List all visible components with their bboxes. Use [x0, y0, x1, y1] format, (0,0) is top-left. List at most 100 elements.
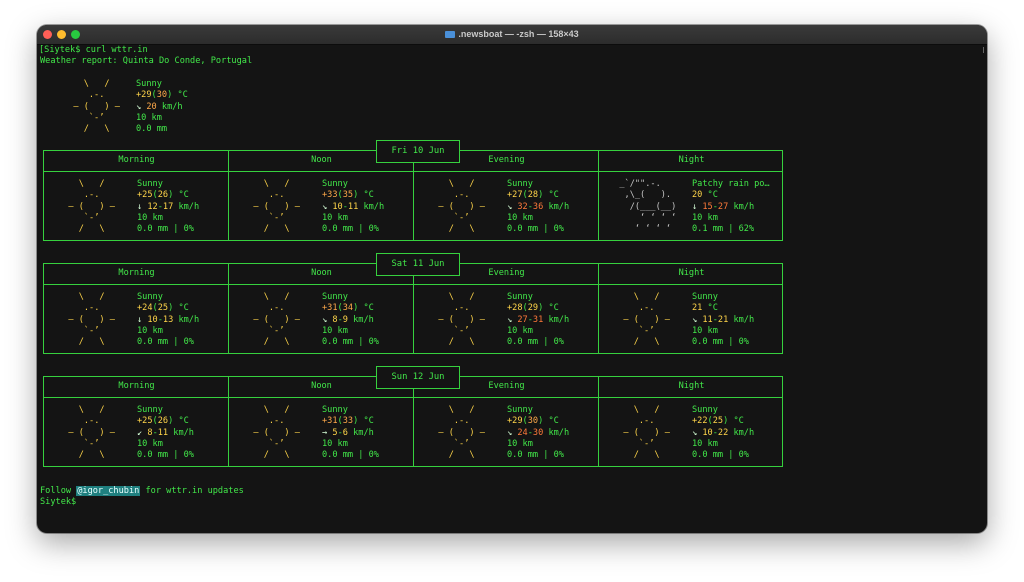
wind-min: 5	[332, 427, 338, 438]
wind: ↓ 15-27 km/h	[692, 201, 755, 212]
visibility-value: 10 km	[137, 438, 163, 449]
visibility-value: 10 km	[322, 438, 348, 449]
visibility: 10 km	[692, 326, 784, 337]
precipitation: 0.0 mm | 0%	[692, 450, 784, 461]
temp-unit: °C	[173, 303, 189, 314]
temp-unit: °C	[543, 416, 559, 427]
visibility-value: 10 km	[692, 325, 718, 336]
wind-max: 17	[162, 201, 174, 212]
wind: ↘ 32-36 km/h	[507, 201, 570, 212]
precipitation: 0.0 mm | 0%	[137, 224, 229, 235]
condition: Sunny	[507, 292, 533, 302]
forecast-info: Sunny +24(25) °C ↓ 10-13 km/h 10 km 0.0 mm |…	[137, 292, 229, 348]
temp-value: +25	[137, 416, 153, 427]
wind: ↓ 10-13 km/h	[137, 314, 200, 325]
condition: Sunny	[507, 179, 533, 189]
wind-min: 10	[702, 427, 713, 438]
end-prompt[interactable]: Siytek$	[40, 497, 76, 508]
wind-max: 36	[532, 201, 544, 212]
visibility: 10 km	[137, 213, 229, 224]
wind-direction: ↓	[692, 201, 698, 212]
wind: ↘ 11-21 km/h	[692, 314, 755, 325]
sun-icon: \ / .-. ― ( ) ― `-’ / \	[253, 405, 300, 461]
forecast-info: Patchy rain po… 20 °C ↓ 15-27 km/h 10 km 0.1…	[692, 179, 784, 235]
precipitation: 0.1 mm | 62%	[692, 224, 784, 235]
precip-value: 0.0 mm | 0%	[507, 337, 564, 348]
temp-value: +25	[137, 190, 153, 201]
current-condition: Sunny	[136, 79, 162, 89]
wind-direction: ↘	[322, 201, 328, 212]
wind-min: 32	[517, 201, 528, 212]
temp-unit: °C	[358, 303, 374, 314]
visibility-value: 10 km	[507, 212, 533, 223]
condition-text: Sunny	[692, 292, 784, 303]
sun-icon: \ / .-. ― ( ) ― `-’ / \	[438, 179, 485, 235]
scrollbar[interactable]	[983, 47, 984, 53]
temp-value: +24	[137, 303, 153, 314]
author-link[interactable]: @igor_chubin	[76, 486, 141, 496]
window-title: .newsboat — -zsh — 158×43	[458, 29, 579, 39]
precip-value: 0.0 mm | 0%	[137, 224, 194, 235]
wind: → 5-6 km/h	[322, 427, 374, 438]
wind-max: 31	[532, 314, 544, 325]
precipitation: 0.0 mm | 0%	[692, 337, 784, 348]
visibility: 10 km	[322, 439, 414, 450]
forecast-cell: \ / .-. ― ( ) ― `-’ / \ Sunny +29(30) °C ↘ …	[414, 405, 599, 467]
condition-text: Patchy rain po…	[692, 179, 784, 190]
feels-like-value: 26	[157, 416, 169, 427]
forecast-info: Sunny +28(29) °C ↘ 27-31 km/h 10 km 0.0 mm |…	[507, 292, 599, 348]
precipitation: 0.0 mm | 0%	[137, 450, 229, 461]
visibility-value: 10 km	[692, 438, 718, 449]
feels-like-value: 29	[527, 303, 539, 314]
wind-direction: ↘	[692, 427, 698, 438]
sun-icon: \ / .-. ― ( ) ― `-’ / \	[438, 405, 485, 461]
temp-value: +31	[322, 416, 338, 427]
wind: ↘ 24-30 km/h	[507, 427, 570, 438]
temp-value: 21	[692, 303, 703, 314]
condition-text: Sunny	[322, 292, 414, 303]
temp-value: +29	[507, 416, 523, 427]
forecast-cell: \ / .-. ― ( ) ― `-’ / \ Sunny +25(26) °C ↓ …	[44, 179, 229, 241]
forecast-cell: \ / .-. ― ( ) ― `-’ / \ Sunny +28(29) °C ↘ …	[414, 292, 599, 354]
footer-line: Follow @igor_chubin for wttr.in updates	[40, 486, 244, 496]
sun-icon: \ / .-. ― ( ) ― `-’ / \	[253, 179, 300, 235]
forecast-info: Sunny +25(26) °C ↙ 8-11 km/h 10 km 0.0 mm | …	[137, 405, 229, 461]
wind-max: 21	[717, 314, 729, 325]
visibility: 10 km	[692, 213, 784, 224]
forecast-info: Sunny +29(30) °C ↘ 24-30 km/h 10 km 0.0 mm |…	[507, 405, 599, 461]
forecast-cell: \ / .-. ― ( ) ― `-’ / \ Sunny 21 °C ↘ 11-21…	[599, 292, 784, 354]
temperature: +33(35) °C	[322, 190, 374, 201]
temp-unit: °C	[358, 190, 374, 201]
wind-direction: ↓	[137, 201, 143, 212]
temp-unit: °C	[543, 190, 559, 201]
wind-max: 27	[717, 201, 729, 212]
forecast-info: Sunny +25(26) °C ↓ 12-17 km/h 10 km 0.0 mm |…	[137, 179, 229, 235]
forecast-cell: \ / .-. ― ( ) ― `-’ / \ Sunny +24(25) °C ↓ …	[44, 292, 229, 354]
temp-value: +31	[322, 303, 338, 314]
current-visibility: 10 km	[136, 112, 162, 123]
temperature: 21 °C	[692, 303, 784, 314]
temp-value: +27	[507, 190, 523, 201]
sun-icon: \ / .-. ― ( ) ― `-’ / \	[623, 405, 670, 461]
precip-value: 0.0 mm | 0%	[692, 337, 749, 348]
visibility: 10 km	[137, 439, 229, 450]
feels-like-value: 34	[342, 303, 354, 314]
sun-icon: \ / .-. ― ( ) ― `-’ / \	[253, 292, 300, 348]
sun-icon: \ / .-. ― ( ) ― `-’ / \	[438, 292, 485, 348]
wind-min: 15	[702, 201, 713, 212]
temp-unit: °C	[702, 303, 718, 314]
condition: Patchy rain po…	[692, 179, 770, 189]
current-wind: ↘ 20 km/h	[136, 101, 183, 112]
condition-text: Sunny	[507, 292, 599, 303]
forecast-info: Sunny 21 °C ↘ 11-21 km/h 10 km 0.0 mm | 0%	[692, 292, 784, 348]
visibility: 10 km	[507, 326, 599, 337]
forecast-cell: \ / .-. ― ( ) ― `-’ / \ Sunny +31(33) °C → …	[229, 405, 414, 467]
wind-max: 30	[532, 427, 544, 438]
precip-value: 0.0 mm | 0%	[507, 450, 564, 461]
day-table: Morning Noon Evening Night \ / .-. ― ( ) ― …	[43, 263, 783, 354]
temp-unit: °C	[728, 416, 744, 427]
forecast-info: Sunny +31(33) °C → 5-6 km/h 10 km 0.0 mm | 0…	[322, 405, 414, 461]
current-sun-icon: \ / .-. ― ( ) ― `-’ / \	[73, 79, 120, 135]
wind-min: 11	[702, 314, 713, 325]
current-precip: 0.0 mm	[136, 124, 168, 135]
